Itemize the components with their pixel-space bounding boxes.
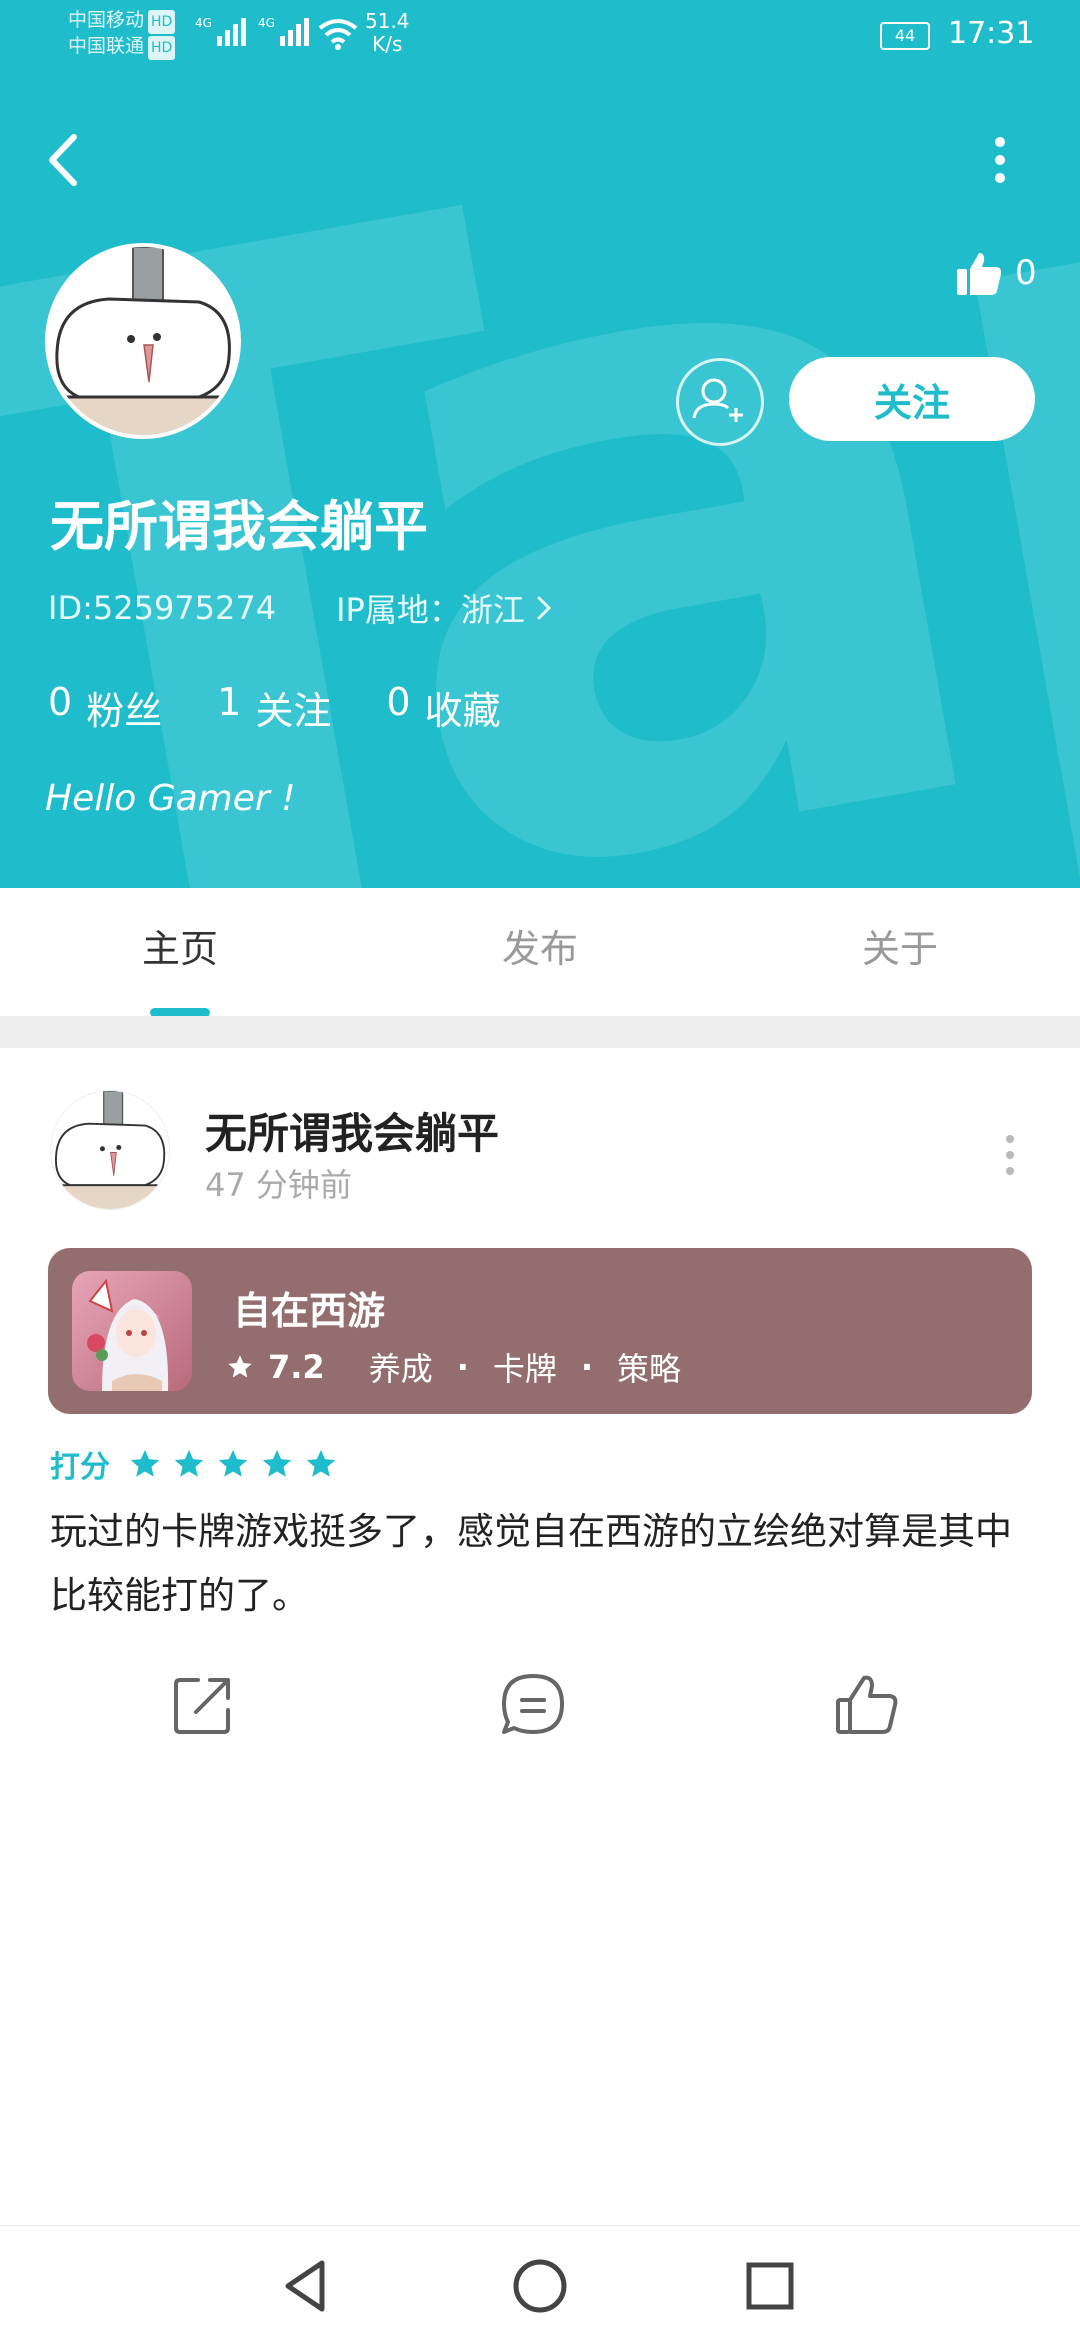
- game-art-image: [72, 1271, 192, 1391]
- back-button[interactable]: [40, 125, 90, 195]
- tab-posts[interactable]: 发布: [440, 918, 640, 973]
- nav-home-button[interactable]: [505, 2251, 575, 2321]
- battery-icon: 44: [880, 22, 930, 50]
- profile-username: 无所谓我会躺平: [50, 495, 428, 558]
- signal-1: 4G: [195, 16, 251, 46]
- hd-badge: HD: [148, 36, 176, 60]
- thumbs-up-icon: [836, 1675, 898, 1734]
- like-count: 0: [1015, 253, 1037, 293]
- watermark-logo: Tap: [0, 0, 1080, 888]
- game-tag: 卡牌: [492, 1350, 557, 1388]
- game-tag: 策略: [617, 1350, 682, 1388]
- comment-button[interactable]: [498, 1670, 568, 1740]
- speed-value: 51.4: [365, 9, 410, 33]
- post-body[interactable]: 玩过的卡牌游戏挺多了，感觉自在西游的立绘绝对算是其中比较能打的了。: [50, 1500, 1030, 1628]
- section-divider: [0, 1016, 1080, 1048]
- network-2: 4G: [258, 16, 275, 30]
- follow-button[interactable]: 关注: [789, 357, 1035, 441]
- profile-like-button[interactable]: 0: [955, 248, 1037, 298]
- circle-home-icon: [513, 2259, 567, 2313]
- more-vertical-icon: [995, 137, 1005, 183]
- more-options-button[interactable]: [980, 132, 1020, 192]
- speed-unit: K/s: [372, 32, 403, 56]
- profile-header: Tap 中国移动 HD 中国联通 HD 4G 4G 51.4 K/s 44 17…: [0, 0, 1080, 888]
- avatar-image: [49, 247, 237, 435]
- game-card[interactable]: 自在西游 7.2 养成 · 卡牌 · 策略: [48, 1248, 1032, 1414]
- share-icon: [174, 1678, 230, 1734]
- stat-label: 收藏: [424, 689, 501, 733]
- network-speed: 51.4 K/s: [365, 10, 410, 56]
- avatar-image: [51, 1091, 169, 1209]
- profile-stats: 0 粉丝 1 关注 0 收藏: [48, 680, 501, 735]
- ip-location-text: IP属地：浙江: [336, 591, 525, 629]
- profile-meta: ID:525975274 IP属地：浙江: [48, 585, 557, 631]
- network-1: 4G: [195, 16, 212, 30]
- square-recent-icon: [746, 2262, 794, 2310]
- add-user-icon: [692, 378, 743, 422]
- tag-separator: ·: [580, 1348, 594, 1386]
- signal-bars-icon: [280, 18, 310, 46]
- post-timestamp: 47 分钟前: [205, 1166, 352, 1204]
- signal-bars-icon: [217, 18, 247, 46]
- status-bar: 中国移动 HD 中国联通 HD 4G 4G 51.4 K/s 44 17:31: [0, 0, 1080, 70]
- profile-bio: Hello Gamer !: [45, 778, 296, 819]
- post-author-name[interactable]: 无所谓我会躺平: [205, 1100, 499, 1161]
- favorites-stat[interactable]: 0 收藏: [386, 680, 500, 735]
- stat-label: 关注: [255, 689, 332, 733]
- star-icon: [306, 1449, 336, 1477]
- nav-recent-button[interactable]: [735, 2251, 805, 2321]
- post-more-button[interactable]: [995, 1125, 1025, 1185]
- triangle-back-icon: [285, 2260, 325, 2312]
- star-icon: [174, 1449, 204, 1477]
- game-score: 7.2: [268, 1348, 325, 1386]
- comment-icon: [502, 1674, 564, 1734]
- star-icon: [218, 1449, 248, 1477]
- signal-2: 4G: [258, 16, 314, 46]
- star-icon: [228, 1355, 252, 1378]
- following-stat[interactable]: 1 关注: [217, 680, 331, 735]
- stat-label: 粉丝: [86, 689, 163, 733]
- system-nav-bar: [0, 2225, 1080, 2341]
- stat-count: 1: [217, 680, 242, 724]
- nav-back-button[interactable]: [272, 2251, 342, 2321]
- thumbs-up-icon: [957, 253, 1002, 295]
- star-icon: [130, 1449, 160, 1477]
- chevron-left-icon: [49, 134, 77, 186]
- rating-label: 打分: [50, 1450, 110, 1485]
- hd-badge: HD: [148, 10, 176, 34]
- game-meta: 7.2 养成 · 卡牌 · 策略: [226, 1344, 681, 1390]
- game-name: 自在西游: [233, 1289, 386, 1333]
- share-button[interactable]: [168, 1670, 238, 1740]
- tab-about[interactable]: 关于: [800, 918, 1000, 973]
- like-button[interactable]: [832, 1670, 902, 1740]
- followers-stat[interactable]: 0 粉丝: [48, 680, 162, 735]
- status-time: 17:31: [948, 16, 1035, 51]
- post-author-avatar[interactable]: [50, 1090, 170, 1210]
- add-friend-button[interactable]: [676, 358, 764, 446]
- tag-separator: ·: [456, 1348, 469, 1386]
- game-tag: 养成: [368, 1350, 433, 1388]
- more-vertical-icon: [1006, 1135, 1014, 1175]
- user-id: ID:525975274: [48, 589, 277, 627]
- wifi-icon: [318, 19, 358, 50]
- carrier-info: 中国移动 HD 中国联通 HD: [68, 8, 176, 60]
- post-rating: 打分: [50, 1442, 338, 1486]
- star-icon: [262, 1449, 292, 1477]
- post-actions: [0, 1670, 1080, 1750]
- ip-location-link[interactable]: IP属地：浙江: [336, 585, 557, 631]
- profile-tabs: 主页 发布 关于: [0, 888, 1080, 1016]
- carrier-2: 中国联通: [68, 35, 145, 57]
- carrier-1: 中国移动: [68, 9, 145, 31]
- tab-home[interactable]: 主页: [80, 918, 280, 973]
- stat-count: 0: [48, 680, 73, 724]
- chevron-right-icon: [537, 596, 551, 620]
- avatar[interactable]: [45, 243, 241, 439]
- game-icon: [72, 1271, 192, 1391]
- stat-count: 0: [386, 680, 411, 724]
